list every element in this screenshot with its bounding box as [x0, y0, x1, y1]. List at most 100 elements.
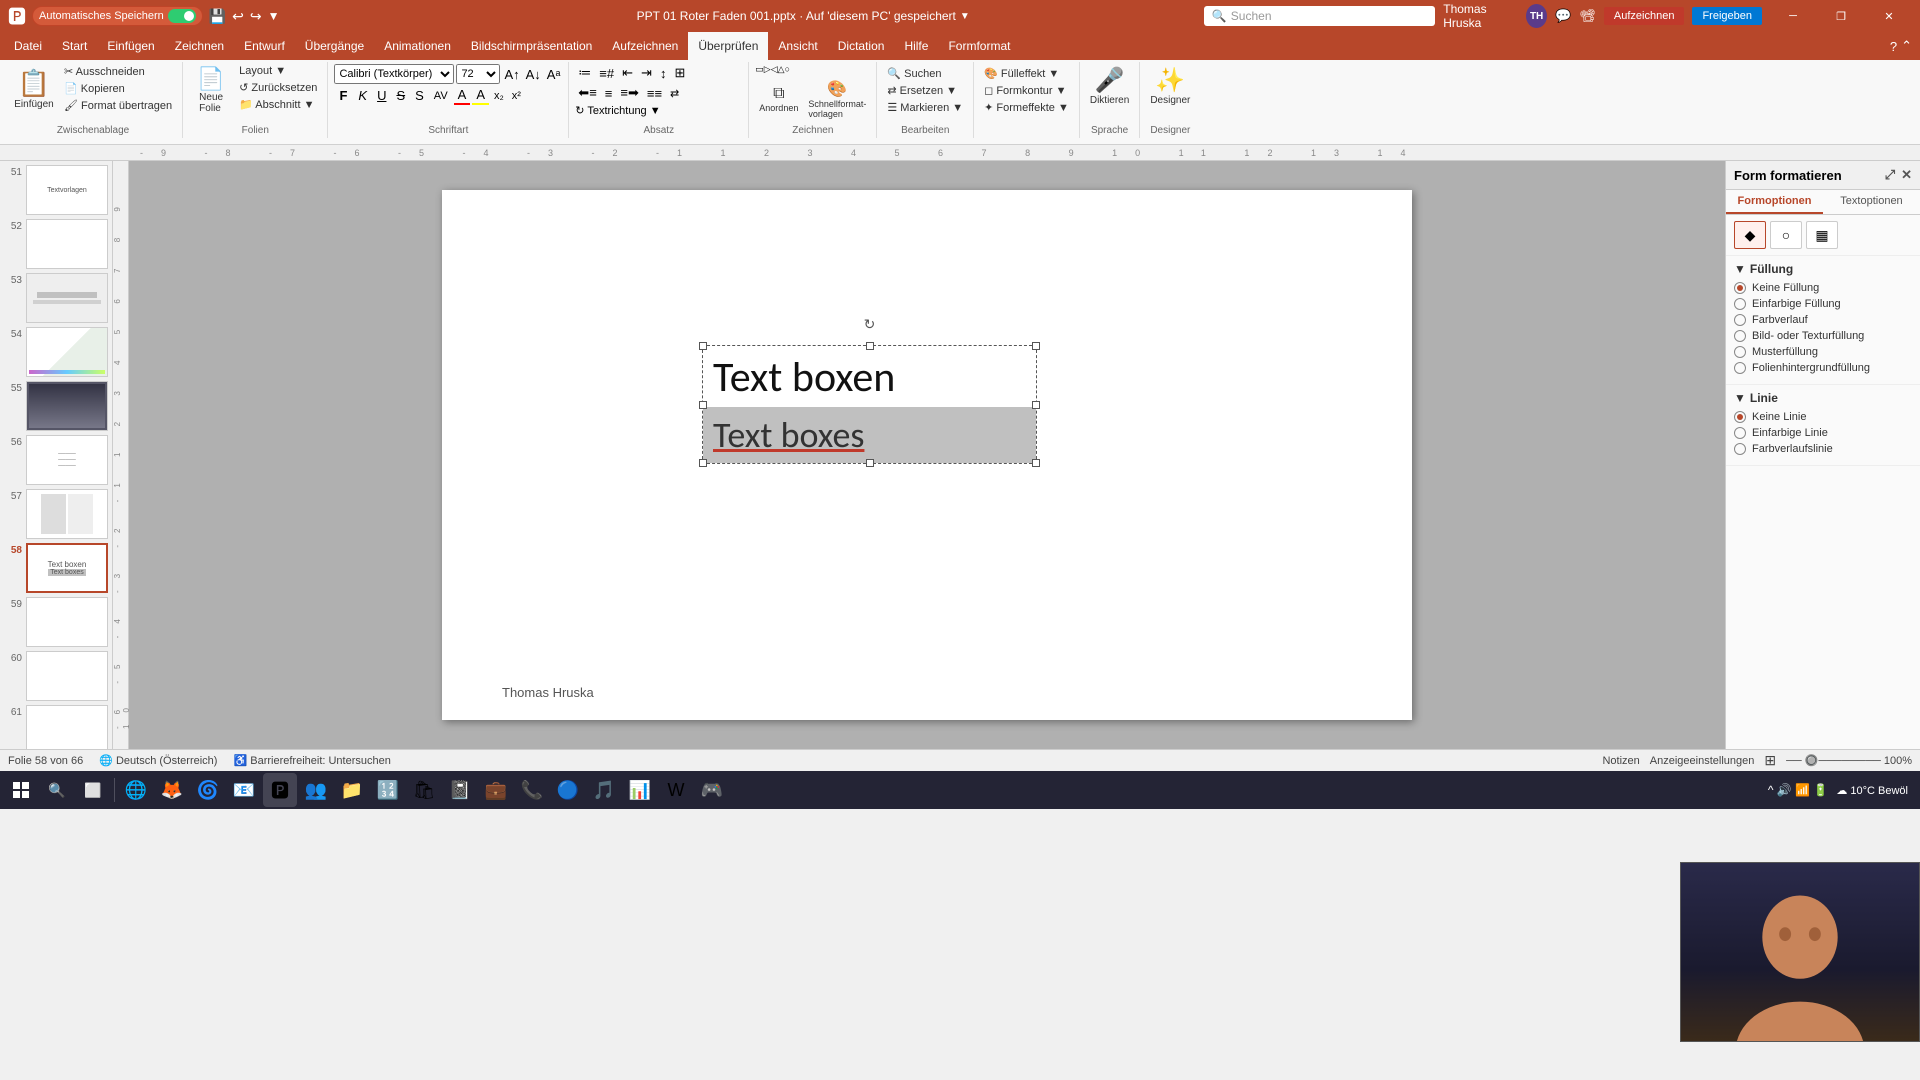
text-line2[interactable]: Text boxes — [703, 407, 1036, 463]
align-right-button[interactable]: ≡➡ — [617, 84, 641, 102]
slide-preview-57[interactable] — [26, 489, 108, 539]
rotate-handle[interactable]: ↻ — [864, 316, 876, 333]
radio-bild-textur[interactable]: Bild- oder Texturfüllung — [1734, 330, 1912, 342]
abschnitt-button[interactable]: 📁 Abschnitt ▼ — [235, 97, 321, 112]
fuellung-header[interactable]: ▼ Füllung — [1734, 262, 1912, 276]
ausschneiden-button[interactable]: ✂ Ausschneiden — [60, 64, 176, 79]
font-color-button[interactable]: A — [454, 86, 471, 105]
underline-button[interactable]: U — [373, 87, 390, 104]
app14-icon[interactable]: 🎮 — [695, 773, 729, 807]
radio-einfache-linie[interactable]: Einfarbige Linie — [1734, 427, 1912, 439]
share-comments-icon[interactable]: 💬 — [1555, 8, 1571, 24]
user-avatar[interactable]: TH — [1526, 4, 1547, 28]
handle-bc[interactable] — [866, 459, 874, 467]
radio-einfache-fuellung[interactable]: Einfarbige Füllung — [1734, 298, 1912, 310]
redo-icon[interactable]: ↪ — [250, 8, 262, 25]
handle-bl[interactable] — [699, 459, 707, 467]
tab-ansicht[interactable]: Ansicht — [768, 32, 827, 60]
clear-format-button[interactable]: Aᵃ — [545, 67, 563, 82]
rtl-button[interactable]: ⇄ — [667, 86, 682, 101]
ribbon-collapse-icon[interactable]: ⌃ — [1901, 38, 1912, 54]
kopieren-button[interactable]: 📄 Kopieren — [60, 81, 176, 96]
edge-icon[interactable]: 🌐 — [119, 773, 153, 807]
justify-button[interactable]: ≡≡ — [644, 85, 665, 102]
suchen-button[interactable]: 🔍 Suchen — [883, 66, 967, 81]
autosave-switch[interactable] — [168, 9, 196, 23]
strikethrough-button[interactable]: S — [392, 87, 409, 104]
tab-hilfe[interactable]: Hilfe — [894, 32, 938, 60]
font-size-select[interactable]: 72 — [456, 64, 500, 84]
close-panel-button[interactable]: ✕ — [1901, 167, 1912, 183]
bullets-button[interactable]: ≔ — [575, 64, 594, 82]
word-icon[interactable]: W — [659, 773, 693, 807]
radio-keine-linie[interactable]: Keine Linie — [1734, 411, 1912, 423]
superscript-button[interactable]: x² — [509, 89, 524, 103]
tab-formoptionen[interactable]: Formoptionen — [1726, 190, 1823, 214]
app12-icon[interactable]: 📊 — [623, 773, 657, 807]
slide-preview-60[interactable] — [26, 651, 108, 701]
radio-folienhintergrund[interactable]: Folienhintergrundfüllung — [1734, 362, 1912, 374]
indent-more-button[interactable]: ⇥ — [638, 64, 655, 82]
saved-location-chevron[interactable]: ▼ — [960, 11, 970, 22]
quick-access-icon[interactable]: ▼ — [268, 9, 280, 23]
record-button[interactable]: Aufzeichnen — [1604, 7, 1685, 25]
search-taskbar-button[interactable]: 🔍 — [40, 773, 74, 807]
tab-textoptionen[interactable]: Textoptionen — [1823, 190, 1920, 214]
slide-thumb-57[interactable]: 57 — [4, 489, 108, 539]
linie-header[interactable]: ▼ Linie — [1734, 391, 1912, 405]
view-normal-icon[interactable]: ⊞ — [1764, 752, 1776, 769]
handle-ml[interactable] — [699, 401, 707, 409]
handle-tc[interactable] — [866, 342, 874, 350]
tab-uebergaenge[interactable]: Übergänge — [295, 32, 374, 60]
store-icon[interactable]: 🛍 — [407, 773, 441, 807]
slide-preview-53[interactable] — [26, 273, 108, 323]
slide-preview-59[interactable] — [26, 597, 108, 647]
chrome-icon[interactable]: 🌀 — [191, 773, 225, 807]
indent-less-button[interactable]: ⇤ — [619, 64, 636, 82]
task-view-button[interactable]: ⬜ — [76, 773, 110, 807]
handle-br[interactable] — [1032, 459, 1040, 467]
tab-praesentation[interactable]: Bildschirmpräsentation — [461, 32, 602, 60]
radio-farbverlauf[interactable]: Farbverlauf — [1734, 314, 1912, 326]
expand-panel-button[interactable]: ⤢ — [1885, 167, 1895, 183]
neue-folie-button[interactable]: 📄 NeueFolie — [189, 64, 233, 116]
fuelleffekt-button[interactable]: 🎨 Fülleffekt ▼ — [980, 66, 1073, 81]
tab-aufzeichnen[interactable]: Aufzeichnen — [602, 32, 688, 60]
zuruecksetzen-button[interactable]: ↺ Zurücksetzen — [235, 80, 321, 95]
layout-button[interactable]: Layout ▼ — [235, 64, 321, 78]
handle-mr[interactable] — [1032, 401, 1040, 409]
slide-preview-58[interactable]: Text boxen Text boxes — [26, 543, 108, 593]
selected-textbox[interactable]: ↻ Text boxen Text boxes — [702, 345, 1037, 464]
slide-thumb-60[interactable]: 60 — [4, 651, 108, 701]
tab-start[interactable]: Start — [52, 32, 97, 60]
app11-icon[interactable]: 🎵 — [587, 773, 621, 807]
minimize-button[interactable]: ─ — [1770, 0, 1816, 32]
search-box[interactable]: 🔍 Suchen — [1204, 6, 1435, 26]
handle-tl[interactable] — [699, 342, 707, 350]
display-settings-button[interactable]: Anzeigeeinstellungen — [1650, 755, 1755, 767]
slide-thumb-52[interactable]: 52 — [4, 219, 108, 269]
tab-ueberpruefen[interactable]: Überprüfen — [688, 32, 768, 60]
spacing-button[interactable]: AV — [430, 89, 452, 103]
slide-preview-55[interactable] — [26, 381, 108, 431]
designer-button[interactable]: ✨ Designer — [1146, 64, 1194, 108]
highlight-button[interactable]: A — [472, 86, 489, 105]
radio-keine-fuellung[interactable]: Keine Füllung — [1734, 282, 1912, 294]
tab-zeichnen[interactable]: Zeichnen — [165, 32, 234, 60]
diktieren-button[interactable]: 🎤 Diktieren — [1086, 64, 1133, 108]
zoom-slider[interactable]: ── 🔘──────── 100% — [1786, 754, 1912, 767]
teams-icon[interactable]: 👥 — [299, 773, 333, 807]
slide-preview-51[interactable]: Textvorlagen — [26, 165, 108, 215]
slide-panel[interactable]: 51 Textvorlagen 52 53 54 — [0, 161, 113, 749]
slide-thumb-55[interactable]: 55 — [4, 381, 108, 431]
tab-animationen[interactable]: Animationen — [374, 32, 461, 60]
numbering-button[interactable]: ≡# — [596, 65, 617, 82]
app8-icon[interactable]: 💼 — [479, 773, 513, 807]
slide-thumb-56[interactable]: 56 ─────────────── — [4, 435, 108, 485]
handle-tr[interactable] — [1032, 342, 1040, 350]
line-spacing-button[interactable]: ↕ — [657, 65, 670, 82]
radio-farbverlauf-linie[interactable]: Farbverlaufslinie — [1734, 443, 1912, 455]
formeffekte-button[interactable]: ✦ Formeffekte ▼ — [980, 100, 1073, 115]
ersetzen-button[interactable]: ⇄ Ersetzen ▼ — [883, 83, 967, 98]
formkontur-button[interactable]: ◻ Formkontur ▼ — [980, 83, 1073, 98]
